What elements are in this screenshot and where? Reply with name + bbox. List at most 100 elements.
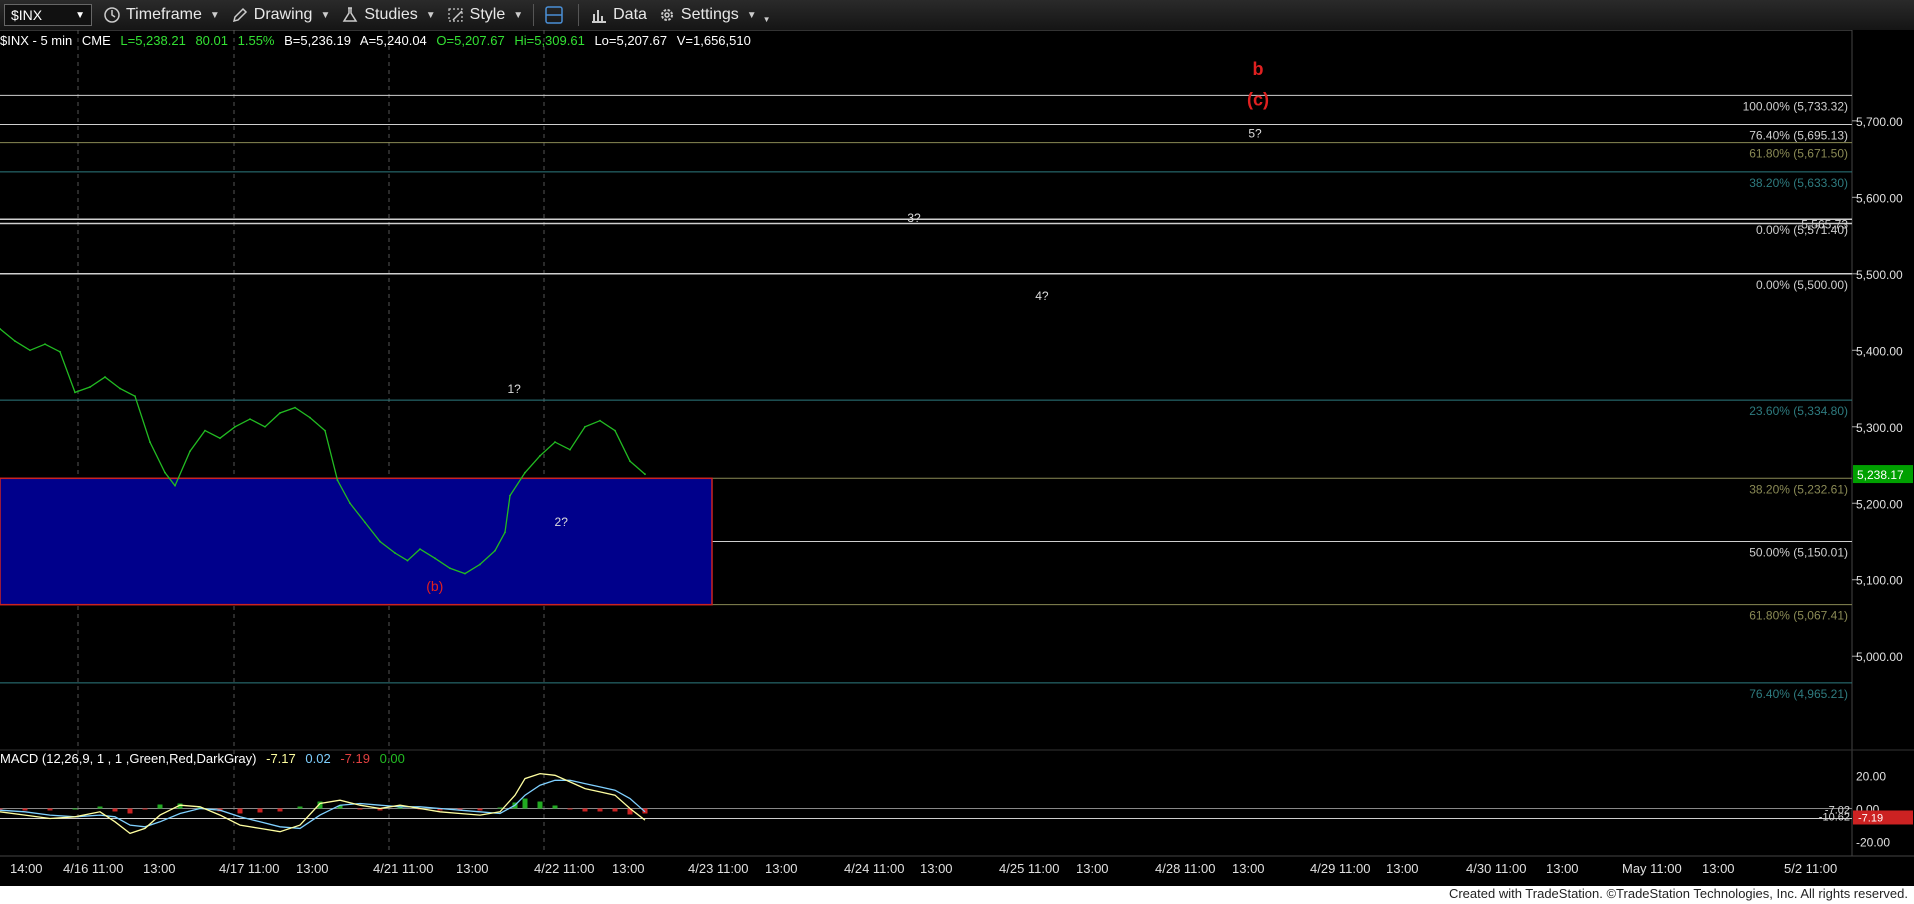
price-point xyxy=(509,494,511,497)
price-point xyxy=(249,418,251,421)
price-tick-label: 5,300.00 xyxy=(1856,421,1903,435)
price-tick-label: 5,500.00 xyxy=(1856,268,1903,282)
macd-hist-bar xyxy=(522,798,528,809)
quote-symbol: $INX - 5 min xyxy=(0,33,73,48)
caret-down-icon: ▼ xyxy=(209,9,220,21)
style-label: Style xyxy=(469,6,506,23)
timeframe-menu[interactable]: Timeframe ▼ xyxy=(102,0,220,30)
price-point xyxy=(479,563,481,566)
macd-hist-bar xyxy=(97,806,103,809)
time-axis-label: 13:00 xyxy=(1702,861,1735,876)
price-point xyxy=(379,540,381,543)
toolbar-divider xyxy=(533,4,535,26)
macd-hist-bar xyxy=(497,807,503,809)
studies-label: Studies xyxy=(364,6,418,23)
time-axis-label: 4/22 11:00 xyxy=(534,861,594,876)
macd-hist-bar xyxy=(0,808,3,810)
macd-right-label: -10.62 xyxy=(1819,811,1850,823)
macd-zero-value: 0.00 xyxy=(379,751,405,766)
price-point xyxy=(309,416,311,419)
price-point xyxy=(349,502,351,505)
wave-label-4: 4? xyxy=(1035,289,1049,303)
macd-hist-bar xyxy=(237,808,243,814)
price-point xyxy=(449,567,451,570)
last-price-label: 5,238.17 xyxy=(1857,468,1904,482)
wave-label-3: 3? xyxy=(907,211,921,225)
macd-hist-bar xyxy=(157,804,163,809)
time-axis-label: 4/17 11:00 xyxy=(219,861,279,876)
time-axis-label: 13:00 xyxy=(920,861,953,876)
price-point xyxy=(149,441,151,443)
data-menu[interactable]: Data xyxy=(589,0,647,30)
pencil-icon xyxy=(230,6,250,24)
macd-study-name: MACD (12,26,9, 1 , 1 ,Green,Red,DarkGray… xyxy=(0,751,257,766)
wave-label-1: 1? xyxy=(508,382,522,396)
caret-down-icon: ▼ xyxy=(746,9,757,21)
quote-bid: B=5,236.19 xyxy=(284,33,351,48)
price-point xyxy=(419,548,421,551)
time-axis-label: 13:00 xyxy=(143,861,176,876)
price-point xyxy=(584,425,586,428)
macd-hist-bar xyxy=(257,808,263,813)
quote-open: O=5,207.67 xyxy=(436,33,505,48)
macd-hist-bar xyxy=(552,805,558,809)
macd-hist-bar xyxy=(142,808,148,810)
time-axis-label: 4/28 11:00 xyxy=(1155,861,1215,876)
style-icon xyxy=(446,6,466,24)
price-point xyxy=(504,531,506,534)
price-point xyxy=(394,552,396,554)
studies-menu[interactable]: Studies ▼ xyxy=(340,0,436,30)
price-point xyxy=(614,429,616,432)
timeframe-label: Timeframe xyxy=(126,6,202,23)
macd-hist-bar xyxy=(72,808,78,810)
wave-label-b: b xyxy=(1253,59,1264,79)
time-axis-label: 13:00 xyxy=(1546,861,1579,876)
wave-label-b: (b) xyxy=(426,578,443,594)
macd-hist-bar xyxy=(612,808,618,812)
price-tick-label: 5,600.00 xyxy=(1856,191,1903,205)
fib-level-label: 0.00% (5,500.00) xyxy=(1756,278,1848,292)
price-point xyxy=(644,473,646,476)
macd-hist-bar xyxy=(297,806,303,809)
time-axis-label: 14:00 xyxy=(10,861,43,876)
target-zone-box xyxy=(0,477,713,606)
price-point xyxy=(234,425,236,428)
settings-menu[interactable]: Settings ▼ ▼ xyxy=(657,0,771,30)
bar-chart-icon xyxy=(589,6,609,24)
price-point xyxy=(279,412,281,414)
price-point xyxy=(59,350,61,353)
layout-button[interactable] xyxy=(544,0,568,30)
layout-icon xyxy=(544,6,564,24)
price-point xyxy=(119,387,121,390)
time-axis-label: 13:00 xyxy=(1386,861,1419,876)
drawing-menu[interactable]: Drawing ▼ xyxy=(230,0,330,30)
price-point xyxy=(44,343,46,346)
time-axis-label: 4/30 11:00 xyxy=(1466,861,1526,876)
toolbar: $INX ▼ Timeframe ▼ Drawing ▼ Studies ▼ S… xyxy=(0,0,1914,31)
symbol-value: $INX xyxy=(11,7,43,23)
quote-change: 80.01 xyxy=(195,33,228,48)
price-point xyxy=(539,454,541,457)
gear-icon xyxy=(657,6,677,24)
style-menu[interactable]: Style ▼ xyxy=(446,0,523,30)
time-axis-label: 13:00 xyxy=(612,861,645,876)
drawing-label: Drawing xyxy=(253,6,313,23)
price-point xyxy=(364,521,366,524)
macd-avg-value: 0.02 xyxy=(305,751,331,766)
flask-icon xyxy=(340,6,360,24)
time-axis-label: 13:00 xyxy=(765,861,798,876)
time-axis-label: May 11:00 xyxy=(1622,861,1682,876)
footer-credit: Created with TradeStation. ©TradeStation… xyxy=(1448,886,1908,901)
caret-down-icon: ▼ xyxy=(513,9,524,21)
macd-hist-bar xyxy=(397,807,403,809)
quote-exchange: CME xyxy=(81,33,111,48)
wave-label-5: 5? xyxy=(1248,127,1262,141)
symbol-input[interactable]: $INX ▼ xyxy=(4,4,92,26)
fib-level-label: 50.00% (5,150.01) xyxy=(1749,545,1848,559)
price-tick-label: 5,000.00 xyxy=(1856,650,1903,664)
price-point xyxy=(204,429,206,432)
macd-hist-bar xyxy=(567,808,573,810)
price-point xyxy=(434,557,436,560)
macd-hist-bar xyxy=(582,808,588,812)
fib-level-label: 23.60% (5,334.80) xyxy=(1749,404,1848,418)
